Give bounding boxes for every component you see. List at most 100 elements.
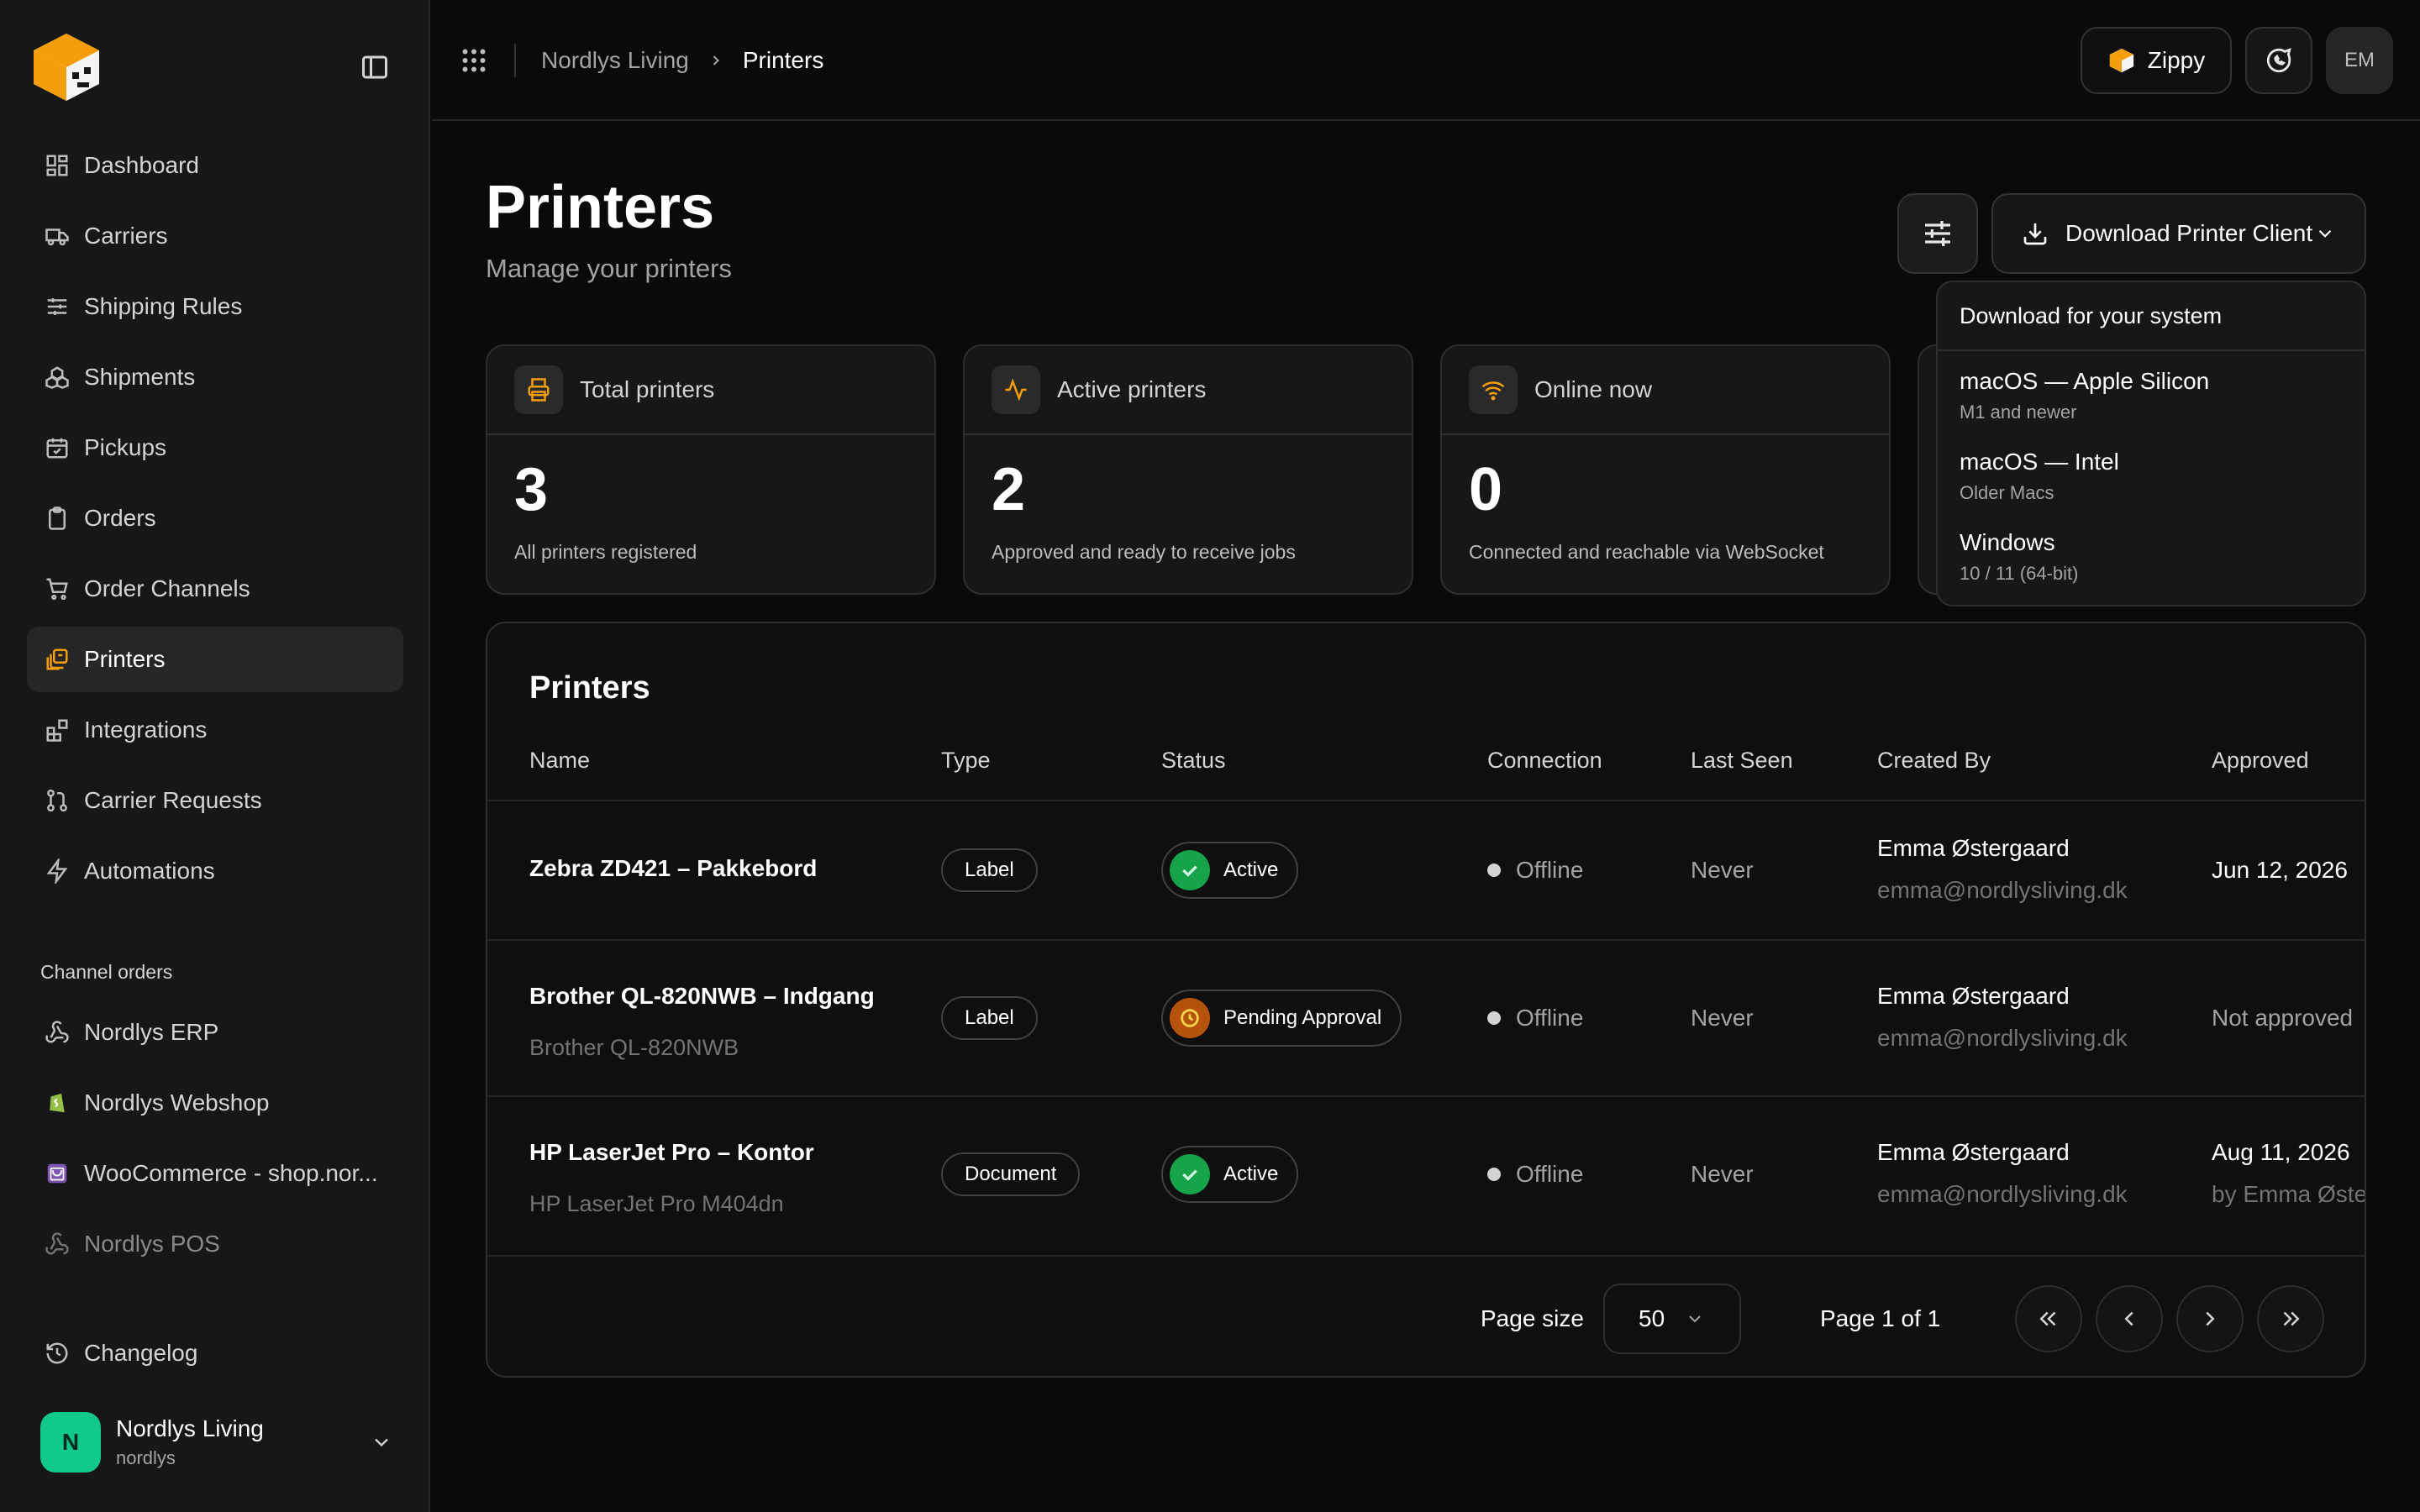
table-title: Printers <box>529 670 650 706</box>
stat-card-header: Active printers <box>965 346 1412 435</box>
printer-name[interactable]: Brother QL-820NWB – Indgang <box>529 983 875 1010</box>
nav-item-changelog[interactable]: Changelog <box>27 1320 403 1386</box>
approved-cell: Jun 12, 2026 <box>2212 857 2348 884</box>
approved-date: Aug 11, 2026 <box>2212 1139 2350 1165</box>
nav-item-label: Carriers <box>84 223 168 249</box>
nav-item-dashboard[interactable]: Dashboard <box>27 133 403 198</box>
channels-section-label: Channel orders <box>40 961 173 983</box>
creator-name: Emma Østergaard <box>1877 835 2070 861</box>
download-option-macos-intel[interactable]: macOS — Intel Older Macs <box>1938 432 2365 512</box>
page-size-value: 50 <box>1639 1305 1665 1331</box>
app-logo[interactable] <box>29 29 104 104</box>
account-slug: nordlys <box>116 1447 176 1468</box>
column-header-connection[interactable]: Connection <box>1487 748 1602 774</box>
filter-settings-button[interactable] <box>1897 193 1978 274</box>
layout-dashboard-icon <box>44 152 71 179</box>
approved-cell: Not approved <box>2212 1005 2353 1032</box>
printers-icon <box>44 646 71 673</box>
page-size-select[interactable]: 50 <box>1603 1284 1741 1354</box>
page-title: Printers <box>486 174 715 241</box>
check-circle-icon <box>1170 850 1210 890</box>
column-header-name[interactable]: Name <box>529 748 590 774</box>
status-label: Active <box>1223 858 1279 881</box>
creator-email: emma@nordlysliving.dk <box>1877 1181 2128 1207</box>
download-option-macos-apple-silicon[interactable]: macOS — Apple Silicon M1 and newer <box>1938 351 2365 432</box>
chat-button[interactable] <box>2245 27 2312 94</box>
last-page-button[interactable] <box>2257 1285 2324 1352</box>
account-switcher[interactable]: N Nordlys Living nordlys <box>40 1411 393 1473</box>
column-header-last-seen[interactable]: Last Seen <box>1691 748 1793 774</box>
channel-item-woocommerce[interactable]: WooCommerce - shop.nor... <box>27 1141 403 1206</box>
connection-cell: Offline <box>1487 857 1583 884</box>
breadcrumb-org[interactable]: Nordlys Living <box>541 47 689 74</box>
nav-item-pickups[interactable]: Pickups <box>27 415 403 480</box>
table-row[interactable]: Zebra ZD421 – Pakkebord Label Active Off… <box>487 800 2365 939</box>
channel-item-nordlys-webshop[interactable]: Nordlys Webshop <box>27 1070 403 1136</box>
last-seen-cell: Never <box>1691 1005 1754 1031</box>
offline-dot-icon <box>1487 1011 1501 1025</box>
next-page-button[interactable] <box>2176 1285 2244 1352</box>
nav-item-shipments[interactable]: Shipments <box>27 344 403 410</box>
printer-name[interactable]: Zebra ZD421 – Pakkebord <box>529 855 817 882</box>
stat-card-header: Total printers <box>487 346 934 435</box>
nav-item-shipping-rules[interactable]: Shipping Rules <box>27 274 403 339</box>
truck-icon <box>44 223 71 249</box>
nav-item-orders[interactable]: Orders <box>27 486 403 551</box>
stat-value: 0 <box>1469 456 1503 523</box>
nav-item-automations[interactable]: Automations <box>27 838 403 904</box>
option-title: macOS — Apple Silicon <box>1960 368 2210 394</box>
printer-model: HP LaserJet Pro M404dn <box>529 1191 784 1216</box>
nav-item-label: Shipping Rules <box>84 293 243 319</box>
download-printer-client-button[interactable]: Download Printer Client <box>1991 193 2366 274</box>
printer-name[interactable]: HP LaserJet Pro – Kontor <box>529 1139 814 1166</box>
chevrons-left-icon <box>2039 1311 2056 1326</box>
sliders-horizontal-icon <box>1925 221 1950 246</box>
table-row[interactable]: Brother QL-820NWB – Indgang Brother QL-8… <box>487 939 2365 1095</box>
wifi-icon <box>1469 365 1518 414</box>
column-header-status[interactable]: Status <box>1161 748 1226 774</box>
nav-item-printers[interactable]: Printers <box>27 627 403 692</box>
approved-date: Jun 12, 2026 <box>2212 857 2348 883</box>
breadcrumb: Nordlys Living Printers <box>541 44 823 77</box>
zippy-label: Zippy <box>2147 47 2206 73</box>
last-seen-cell: Never <box>1691 857 1754 883</box>
channel-item-label: Nordlys POS <box>84 1231 220 1257</box>
sliders-icon <box>44 293 71 320</box>
connection-cell: Offline <box>1487 1161 1583 1188</box>
approved-status: Not approved <box>2212 1005 2354 1031</box>
webhook-icon <box>44 1019 71 1046</box>
prev-page-button[interactable] <box>2096 1285 2163 1352</box>
column-header-type[interactable]: Type <box>941 748 991 774</box>
column-header-approved[interactable]: Approved <box>2212 748 2309 774</box>
main-nav: Dashboard Carriers Shipping Rules Shipme… <box>27 133 403 909</box>
sidebar: Dashboard Carriers Shipping Rules Shipme… <box>0 0 430 1512</box>
sidebar-toggle-icon[interactable] <box>360 52 390 82</box>
channel-item-label: Nordlys Webshop <box>84 1089 270 1116</box>
chevrons-right-icon <box>2283 1311 2300 1326</box>
page-indicator: Page 1 of 1 <box>1820 1305 1941 1331</box>
created-by-cell: Emma Østergaard emma@nordlysliving.dk <box>1877 835 2128 904</box>
channel-item-nordlys-pos[interactable]: Nordlys POS <box>27 1211 403 1277</box>
nav-item-label: Shipments <box>84 364 196 390</box>
zippy-assistant-button[interactable]: Zippy <box>2081 27 2232 94</box>
column-header-created-by[interactable]: Created By <box>1877 748 1991 774</box>
user-avatar[interactable]: EM <box>2326 27 2393 94</box>
nav-item-order-channels[interactable]: Order Channels <box>27 556 403 622</box>
option-title: Windows <box>1960 529 2055 555</box>
first-page-button[interactable] <box>2015 1285 2082 1352</box>
status-badge: Active <box>1161 1146 1299 1203</box>
channel-item-nordlys-erp[interactable]: Nordlys ERP <box>27 1000 403 1065</box>
status-badge: Pending Approval <box>1161 990 1402 1047</box>
download-option-windows[interactable]: Windows 10 / 11 (64-bit) <box>1938 512 2365 593</box>
type-badge: Document <box>941 1152 1081 1196</box>
nav-item-carriers[interactable]: Carriers <box>27 203 403 269</box>
nav-item-label: Pickups <box>84 434 167 460</box>
nav-item-integrations[interactable]: Integrations <box>27 697 403 763</box>
nav-item-carrier-requests[interactable]: Carrier Requests <box>27 768 403 833</box>
created-by-cell: Emma Østergaard emma@nordlysliving.dk <box>1877 1139 2128 1208</box>
zippy-logo-icon <box>2109 48 2133 73</box>
table-row[interactable]: HP LaserJet Pro – Kontor HP LaserJet Pro… <box>487 1095 2365 1255</box>
option-subtitle: Older Macs <box>1960 482 2054 503</box>
apps-grid-icon[interactable] <box>459 45 489 76</box>
nav-item-label: Printers <box>84 646 166 672</box>
